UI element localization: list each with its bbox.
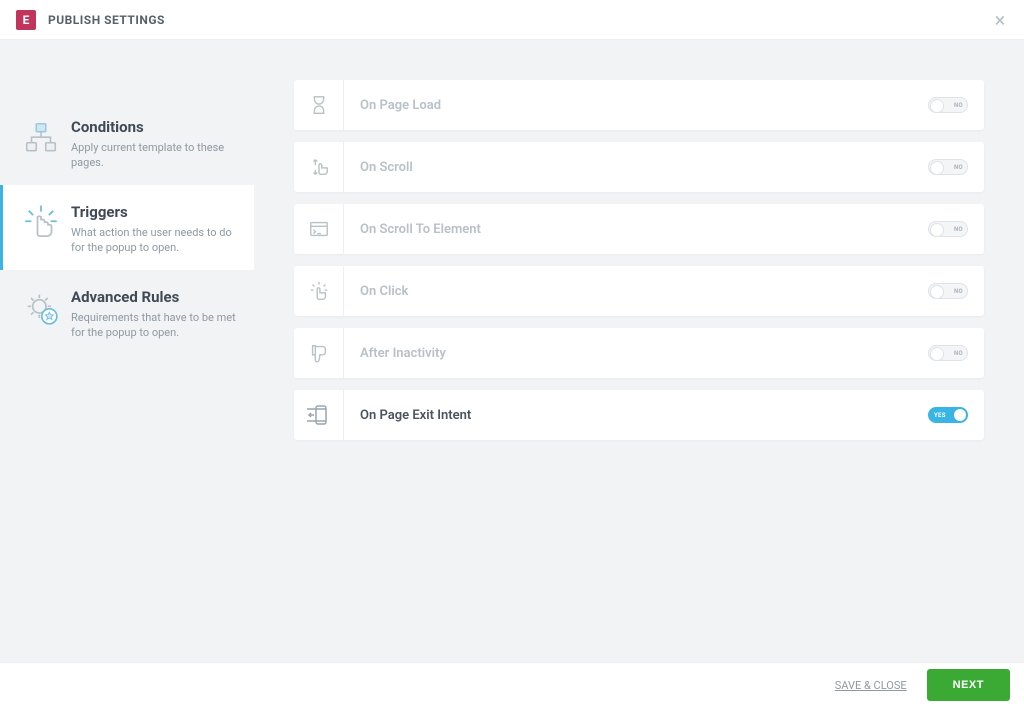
click-burst-icon (17, 199, 65, 247)
body: Conditions Apply current template to the… (0, 40, 1024, 662)
sidebar-item-desc: Requirements that have to be met for the… (71, 310, 244, 341)
gear-star-icon (17, 284, 65, 332)
trigger-label: On Scroll (344, 142, 924, 192)
scroll-hand-icon (294, 142, 344, 192)
trigger-row-click: On Click NO (294, 266, 984, 316)
sidebar-item-triggers[interactable]: Triggers What action the user needs to d… (0, 185, 254, 270)
save-and-close-link[interactable]: SAVE & CLOSE (835, 679, 907, 692)
page-title: PUBLISH SETTINGS (48, 13, 165, 27)
trigger-label: On Scroll To Element (344, 204, 924, 254)
trigger-row-page-load: On Page Load NO (294, 80, 984, 130)
toggle-scroll-element[interactable]: NO (928, 221, 968, 237)
sidebar-item-desc: What action the user needs to do for the… (71, 225, 244, 256)
terminal-icon (294, 204, 344, 254)
toggle-inactivity[interactable]: NO (928, 345, 968, 361)
trigger-label: On Page Load (344, 80, 924, 130)
hourglass-icon (294, 80, 344, 130)
sidebar-item-advanced[interactable]: Advanced Rules Requirements that have to… (0, 270, 254, 355)
sidebar: Conditions Apply current template to the… (0, 40, 254, 662)
trigger-label: On Page Exit Intent (344, 390, 924, 440)
toggle-exit-intent[interactable]: YES (928, 407, 968, 423)
thumbs-down-icon (294, 328, 344, 378)
toggle-click[interactable]: NO (928, 283, 968, 299)
next-button[interactable]: NEXT (927, 669, 1010, 701)
sidebar-item-label: Triggers (71, 203, 244, 221)
elementor-logo: E (16, 10, 36, 30)
header: E PUBLISH SETTINGS × (0, 0, 1024, 40)
toggle-scroll[interactable]: NO (928, 159, 968, 175)
close-icon[interactable]: × (988, 8, 1012, 32)
sidebar-item-label: Conditions (71, 118, 244, 136)
sidebar-item-label: Advanced Rules (71, 288, 244, 306)
sidebar-item-conditions[interactable]: Conditions Apply current template to the… (0, 100, 254, 185)
click-icon (294, 266, 344, 316)
trigger-label: After Inactivity (344, 328, 924, 378)
trigger-row-exit-intent: On Page Exit Intent YES (294, 390, 984, 440)
main-panel: On Page Load NO On Scroll NO (254, 40, 1024, 662)
footer: SAVE & CLOSE NEXT (0, 662, 1024, 707)
trigger-row-inactivity: After Inactivity NO (294, 328, 984, 378)
trigger-row-scroll: On Scroll NO (294, 142, 984, 192)
sidebar-item-desc: Apply current template to these pages. (71, 140, 244, 171)
sitemap-icon (17, 114, 65, 162)
trigger-row-scroll-element: On Scroll To Element NO (294, 204, 984, 254)
exit-device-icon (294, 390, 344, 440)
toggle-page-load[interactable]: NO (928, 97, 968, 113)
trigger-label: On Click (344, 266, 924, 316)
